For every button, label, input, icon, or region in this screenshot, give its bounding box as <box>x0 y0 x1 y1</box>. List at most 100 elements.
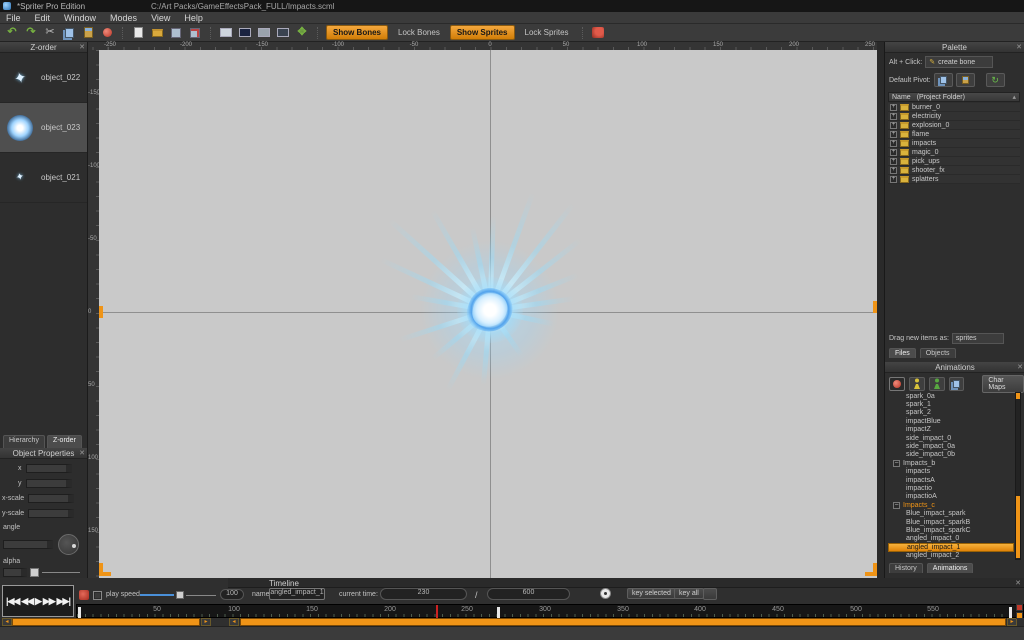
animation-item[interactable]: impactioA <box>888 493 1014 501</box>
pivot-paste-button[interactable] <box>955 73 975 87</box>
animation-item[interactable]: side_impact_0 <box>888 434 1014 442</box>
key-selected-button[interactable]: key selected <box>627 588 676 599</box>
cut-icon[interactable]: ✂ <box>43 26 57 39</box>
tab-zorder[interactable]: Z-order <box>46 435 82 448</box>
folder-row-impacts[interactable]: + impacts <box>888 139 1020 148</box>
scrollbar-up-arrow[interactable] <box>1016 393 1020 399</box>
save-icon[interactable] <box>169 26 183 39</box>
collapse-all-icon[interactable]: ▴ <box>1012 93 1016 101</box>
keyframe-icon[interactable] <box>79 590 89 600</box>
tab-hierarchy[interactable]: Hierarchy <box>3 435 45 448</box>
keyframe-marker[interactable] <box>497 607 500 618</box>
timeline-ruler[interactable]: 50 100 150 200 250 300 350 400 450 500 5… <box>76 604 1024 619</box>
total-time-field[interactable]: 600 <box>487 588 570 600</box>
expand-icon[interactable]: + <box>890 166 897 174</box>
timeline-horizontal-scrollbar[interactable] <box>240 618 1006 626</box>
bottom-left-handle[interactable] <box>99 572 111 576</box>
menu-edit[interactable]: Edit <box>35 13 51 23</box>
animation-item[interactable]: impactZ <box>888 426 1014 434</box>
folder-row-electricity[interactable]: + electricity <box>888 112 1020 121</box>
char-maps-button[interactable]: Char Maps <box>982 375 1024 393</box>
view-mode-3-icon[interactable] <box>257 26 271 39</box>
folder-row-flame[interactable]: + flame <box>888 130 1020 139</box>
play-speed-value-field[interactable]: 100 <box>220 589 244 600</box>
animation-group-impacts-c[interactable]: − Impacts_c <box>888 501 1014 509</box>
animation-item[interactable]: side_impact_0b <box>888 451 1014 459</box>
lock-bones-button[interactable]: Lock Bones <box>393 26 445 39</box>
close-icon[interactable]: ✕ <box>1017 363 1023 371</box>
bottom-right-handle[interactable] <box>865 572 877 576</box>
animation-item[interactable]: spark_0a <box>888 392 1014 400</box>
expand-icon[interactable]: + <box>890 148 897 156</box>
left-axis-handle[interactable] <box>99 306 103 318</box>
paste-icon[interactable] <box>81 26 95 39</box>
expand-icon[interactable]: + <box>890 175 897 183</box>
play-speed-slider-handle[interactable] <box>176 591 184 599</box>
tab-history[interactable]: History <box>889 563 923 573</box>
view-mode-4-icon[interactable] <box>276 26 290 39</box>
play-button[interactable]: ▶ <box>35 596 42 607</box>
timeline-corner-widget[interactable] <box>1016 604 1023 611</box>
animations-scrollbar[interactable] <box>1015 392 1021 560</box>
zorder-item-object023[interactable]: object_023 <box>0 103 87 153</box>
expand-icon[interactable]: + <box>890 103 897 111</box>
y-field[interactable] <box>25 479 72 488</box>
alt-click-dropdown[interactable]: ✎ create bone <box>925 56 994 68</box>
animation-item[interactable]: Blue_impact_spark <box>888 510 1014 518</box>
folder-row-explosion[interactable]: + explosion_0 <box>888 121 1020 130</box>
animation-item[interactable]: spark_2 <box>888 409 1014 417</box>
tab-animations[interactable]: Animations <box>926 563 974 573</box>
lock-sprites-button[interactable]: Lock Sprites <box>520 26 574 39</box>
expand-icon[interactable]: + <box>890 121 897 129</box>
loop-icon[interactable] <box>600 588 611 599</box>
menu-modes[interactable]: Modes <box>110 13 137 23</box>
animation-item[interactable]: Blue_impact_sparkB <box>888 518 1014 526</box>
menu-view[interactable]: View <box>151 13 170 23</box>
pivot-points-icon[interactable] <box>591 26 605 39</box>
timeline-scroll-left-arrow[interactable]: ◂ <box>229 618 239 626</box>
copy-icon[interactable] <box>62 26 76 39</box>
x-scale-field[interactable] <box>28 494 75 503</box>
animation-item[interactable]: impactsA <box>888 476 1014 484</box>
palette-list-header[interactable]: Name (Project Folder) ▴ <box>888 92 1020 102</box>
animation-item[interactable]: side_impact_0a <box>888 442 1014 450</box>
canvas-viewport[interactable] <box>99 50 877 578</box>
alpha-field[interactable] <box>3 568 27 577</box>
menu-window[interactable]: Window <box>64 13 96 23</box>
timeline-corner-widget[interactable] <box>1016 612 1023 619</box>
next-key-button[interactable]: ▶▶ <box>43 596 56 607</box>
folder-row-splatters[interactable]: + splatters <box>888 175 1020 184</box>
go-to-start-button[interactable]: |◀◀ <box>6 596 20 607</box>
redo-icon[interactable]: ↷ <box>24 26 38 39</box>
pivot-copy-button[interactable] <box>933 73 953 87</box>
folder-row-shooterfx[interactable]: + shooter_fx <box>888 166 1020 175</box>
y-scale-field[interactable] <box>28 509 75 518</box>
key-options-button[interactable] <box>703 588 717 600</box>
show-sprites-button[interactable]: Show Sprites <box>449 25 515 40</box>
animation-name-field[interactable]: angled_impact_1 <box>269 588 325 600</box>
collapse-icon[interactable]: − <box>893 501 900 509</box>
play-speed-slider-track[interactable] <box>186 595 216 596</box>
animation-item[interactable]: impacts <box>888 468 1014 476</box>
save-as-icon[interactable] <box>188 26 202 39</box>
folder-row-magic[interactable]: + magic_0 <box>888 148 1020 157</box>
left-horizontal-scrollbar[interactable] <box>12 618 200 626</box>
record-icon[interactable] <box>100 26 114 39</box>
refresh-button[interactable]: ↻ <box>985 73 1005 87</box>
close-icon[interactable]: ✕ <box>79 449 85 457</box>
go-to-end-button[interactable]: ▶▶| <box>57 596 71 607</box>
key-all-button[interactable]: key all <box>674 588 704 599</box>
tab-files[interactable]: Files <box>889 348 916 358</box>
drag-items-dropdown[interactable]: sprites <box>951 333 1004 344</box>
playhead[interactable] <box>436 605 438 619</box>
folder-row-pickups[interactable]: + pick_ups <box>888 157 1020 166</box>
angle-field[interactable] <box>3 540 53 549</box>
scroll-right-arrow[interactable]: ▸ <box>201 618 211 626</box>
alpha-slider-handle[interactable] <box>30 568 39 577</box>
keyframe-marker[interactable] <box>1009 607 1012 618</box>
expand-icon[interactable]: + <box>890 139 897 147</box>
close-icon[interactable]: ✕ <box>1015 579 1021 587</box>
play-speed-slider-fill[interactable] <box>140 594 174 596</box>
animation-item[interactable]: Blue_impact_sparkC <box>888 526 1014 534</box>
current-time-field[interactable]: 230 <box>380 588 467 600</box>
